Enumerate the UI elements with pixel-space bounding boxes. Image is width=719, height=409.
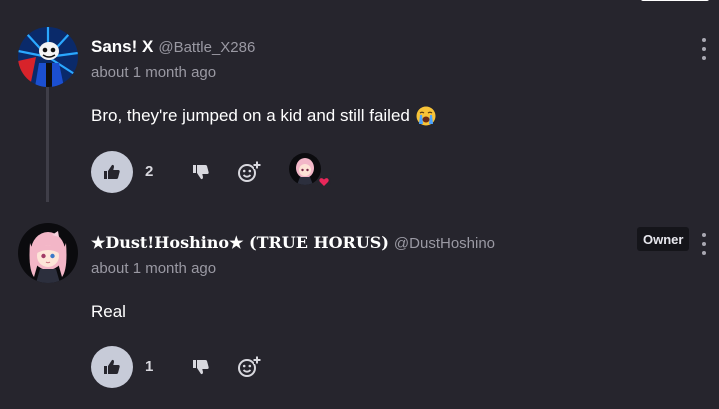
thumbs-down-icon [193, 360, 209, 375]
timestamp[interactable]: about 1 month ago [91, 260, 216, 277]
add-reaction-button[interactable] [236, 354, 262, 380]
author-name[interactable]: ★Dust!Hoshino★ (TRUE HORUS) [91, 233, 389, 252]
add-reaction-icon [238, 356, 261, 377]
more-options-icon[interactable] [697, 233, 711, 255]
author-handle[interactable]: @DustHoshino [394, 235, 495, 252]
author-row: ★Dust!Hoshino★ (TRUE HORUS) @DustHoshino [91, 233, 495, 252]
like-button[interactable] [91, 346, 133, 388]
comment-2: ★Dust!Hoshino★ (TRUE HORUS) @DustHoshino… [0, 0, 719, 409]
owner-badge: Owner [637, 227, 690, 251]
comment-text-content: Real [91, 302, 126, 321]
dislike-button[interactable] [189, 355, 213, 379]
thumbs-up-icon [104, 359, 120, 374]
comment-text: Real [91, 302, 126, 322]
like-count: 1 [145, 358, 154, 375]
avatar[interactable] [18, 223, 78, 283]
comment-actions: 1 [91, 346, 391, 388]
comments-page: Sans! X @Battle_X286 about 1 month ago B… [0, 0, 719, 409]
